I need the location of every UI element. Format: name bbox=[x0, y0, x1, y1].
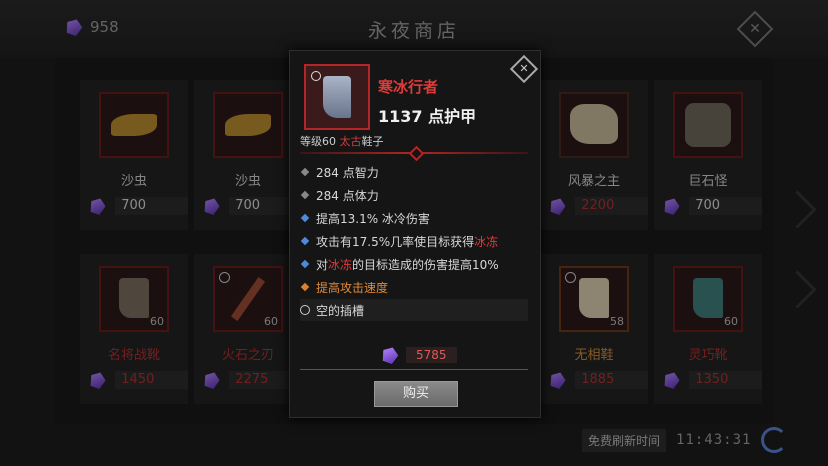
bullet-icon bbox=[300, 259, 310, 269]
bullet-icon bbox=[300, 213, 310, 223]
boots-icon bbox=[304, 64, 370, 130]
stat-line: 提高13.1% 冰冷伤害 bbox=[300, 207, 528, 229]
bullet-icon bbox=[300, 190, 310, 200]
bullet-icon bbox=[300, 236, 310, 246]
stat-line: 284 点智力 bbox=[300, 161, 528, 183]
divider bbox=[300, 369, 528, 370]
item-tooltip: ✕ 寒冰行者 1137 点护甲 等级60 太古鞋子 284 点智力 284 点体… bbox=[289, 50, 541, 418]
stat-line: 对冰冻的目标造成的伤害提高10% bbox=[300, 253, 528, 275]
bullet-icon bbox=[300, 282, 310, 292]
stat-line: 284 点体力 bbox=[300, 184, 528, 206]
stat-line: 提高攻击速度 bbox=[300, 276, 528, 298]
item-title: 寒冰行者 bbox=[378, 78, 439, 96]
tooltip-price: 5785 bbox=[382, 347, 457, 363]
close-icon: ✕ bbox=[519, 62, 529, 75]
close-tooltip-button[interactable]: ✕ bbox=[509, 54, 539, 84]
divider-diamond bbox=[408, 145, 425, 162]
socket-icon bbox=[300, 305, 310, 315]
item-armor: 1137 点护甲 bbox=[378, 107, 477, 126]
stat-line: 攻击有17.5%几率使目标获得冰冻 bbox=[300, 230, 528, 252]
item-level: 等级60 太古鞋子 bbox=[300, 135, 384, 148]
bullet-icon bbox=[300, 167, 310, 177]
buy-button[interactable]: 购买 bbox=[374, 381, 458, 407]
gem-icon bbox=[380, 345, 401, 366]
socket-line: 空的插槽 bbox=[300, 299, 528, 321]
